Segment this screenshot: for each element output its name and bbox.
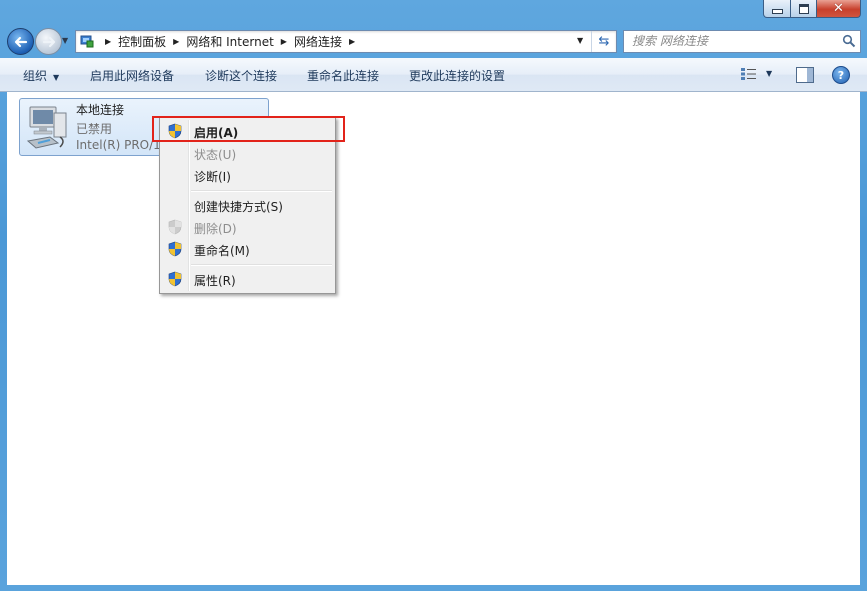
caption-buttons: ✕ [763,0,861,18]
diagnose-button[interactable]: 诊断这个连接 [205,67,277,84]
organize-button[interactable]: 组织 ▼ [23,67,59,84]
menu-item-label: 重命名(M) [194,244,250,258]
minimize-button[interactable] [763,0,791,18]
enable-device-button[interactable]: 启用此网络设备 [90,67,174,84]
menu-item-label: 创建快捷方式(S) [194,200,283,214]
window-frame: ✕ ▼ ▶ 控制面板 ▶ 网络和 Internet ▶ 网络连接 ▶ ▼ ⇆ 搜… [0,0,867,591]
connection-name: 本地连接 [76,103,125,117]
menu-separator [191,190,332,192]
organize-label: 组织 [23,69,48,83]
close-icon: ✕ [833,1,844,16]
change-settings-button[interactable]: 更改此连接的设置 [409,67,505,84]
maximize-button[interactable] [791,0,817,18]
menu-item-status[interactable]: 状态(U) [162,142,333,164]
refresh-button[interactable]: ⇆ [591,31,616,52]
menu-item-diagnose[interactable]: 诊断(I) [162,164,333,186]
search-box[interactable] [623,30,861,53]
breadcrumb-separator-icon[interactable]: ▶ [349,37,355,46]
close-button[interactable]: ✕ [817,0,861,18]
menu-item-label: 状态(U) [194,148,237,162]
control-panel-icon [80,35,94,48]
forward-button[interactable] [35,28,62,55]
breadcrumb-separator-icon[interactable]: ▶ [105,37,111,46]
breadcrumb-item-network-connections[interactable]: 网络连接 [294,33,342,50]
annotation-highlight-box [152,116,345,142]
chevron-down-icon: ▼ [53,73,60,82]
breadcrumb-item-network-internet[interactable]: 网络和 Internet [186,33,273,50]
menu-item-delete[interactable]: 删除(D) [162,216,333,238]
preview-pane-icon[interactable] [796,67,814,83]
refresh-icon: ⇆ [598,34,610,49]
help-icon: ? [837,68,845,82]
uac-shield-icon [168,271,182,287]
context-menu: 启用(A) 状态(U) 诊断(I) 创建快捷方式(S) 删除(D) 重命名(M) [159,117,336,294]
breadcrumb-separator-icon[interactable]: ▶ [281,37,287,46]
connection-status: 已禁用 [76,122,113,136]
breadcrumb: ▶ 控制面板 ▶ 网络和 Internet ▶ 网络连接 ▶ [98,31,362,52]
connection-device: Intel(R) PRO/1000 MT Network Connection [76,138,164,152]
change-view-icon[interactable] [740,67,758,81]
breadcrumb-separator-icon[interactable]: ▶ [173,37,179,46]
recent-pages-dropdown[interactable]: ▼ [62,36,72,46]
menu-item-rename[interactable]: 重命名(M) [162,238,333,260]
navigation-bar: ▼ ▶ 控制面板 ▶ 网络和 Internet ▶ 网络连接 ▶ ▼ ⇆ [0,24,867,58]
back-arrow-icon [14,36,27,47]
menu-item-properties[interactable]: 属性(R) [162,268,333,290]
connections-list: 本地连接 已禁用 Intel(R) PRO/1000 MT Network Co… [7,92,860,585]
breadcrumb-item-control-panel[interactable]: 控制面板 [118,33,166,50]
forward-arrow-icon [42,36,55,47]
uac-shield-icon [168,241,182,257]
back-button[interactable] [7,28,34,55]
help-button[interactable]: ? [832,66,850,84]
maximize-icon [798,3,809,14]
address-dropdown-icon[interactable]: ▼ [577,36,583,45]
command-bar: 组织 ▼ 启用此网络设备 诊断这个连接 重命名此连接 更改此连接的设置 ▼ ? [0,58,867,92]
menu-item-create-shortcut[interactable]: 创建快捷方式(S) [162,194,333,216]
menu-item-label: 诊断(I) [194,170,231,184]
address-bar[interactable]: ▶ 控制面板 ▶ 网络和 Internet ▶ 网络连接 ▶ ▼ ⇆ [75,30,617,53]
view-options-dropdown-icon[interactable]: ▼ [766,69,772,78]
minimize-icon [771,9,783,14]
menu-item-label: 删除(D) [194,222,237,236]
rename-button[interactable]: 重命名此连接 [307,67,379,84]
network-adapter-icon [26,106,67,149]
uac-shield-icon [168,219,182,235]
menu-separator [191,264,332,266]
search-icon[interactable] [842,34,856,48]
search-input[interactable] [628,32,836,50]
menu-item-label: 属性(R) [194,274,236,288]
